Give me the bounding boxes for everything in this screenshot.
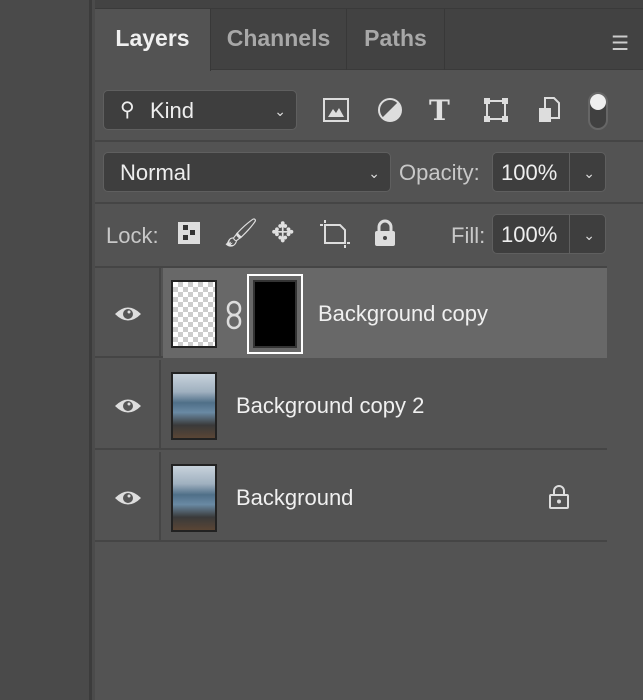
smart-object-filter-icon[interactable] — [537, 96, 561, 124]
opacity-label: Opacity: — [399, 160, 480, 185]
lock-position-icon[interactable]: ✥ — [271, 216, 294, 249]
layer-row[interactable]: Background copy — [95, 268, 607, 358]
visibility-toggle[interactable] — [95, 268, 161, 358]
layer-mask-thumbnail[interactable] — [247, 274, 303, 354]
fill-chevron-icon[interactable]: ⌄ — [583, 227, 595, 244]
opacity-chevron-icon[interactable]: ⌄ — [583, 165, 595, 182]
lock-all-icon[interactable] — [373, 219, 397, 247]
layer-name[interactable]: Background copy — [318, 301, 488, 327]
layer-thumbnail[interactable] — [171, 372, 217, 440]
eye-icon[interactable] — [114, 305, 142, 323]
chevron-down-icon: ⌄ — [274, 103, 286, 119]
layer-lock-icon[interactable] — [548, 484, 570, 510]
layer-name[interactable]: Background — [236, 485, 353, 511]
kind-label: Kind — [150, 98, 195, 123]
fill-field[interactable]: 100% ⌄ — [492, 214, 606, 254]
panel-tabs: Layers Channels Paths ☰ — [95, 9, 643, 71]
shape-filter-icon[interactable] — [483, 97, 509, 123]
search-icon: ⚲ — [120, 99, 135, 121]
fill-label: Fill: — [451, 223, 486, 248]
layer-thumbnail[interactable] — [171, 464, 217, 532]
lock-transparent-pixels-icon[interactable] — [177, 221, 201, 245]
chevron-down-icon: ⌄ — [368, 165, 380, 181]
divider — [95, 140, 643, 142]
panel-menu-icon[interactable]: ☰ — [611, 31, 629, 56]
filter-toggle[interactable] — [588, 92, 608, 130]
layer-thumbnail[interactable] — [171, 280, 217, 348]
layers-panel: Layers Channels Paths ☰ ⚲ Kind ⌄ T Norma… — [95, 0, 643, 700]
visibility-toggle[interactable] — [95, 452, 161, 542]
kind-filter-dropdown[interactable]: ⚲ Kind ⌄ — [103, 90, 297, 130]
left-dock — [0, 0, 92, 700]
tab-layers[interactable]: Layers — [95, 9, 211, 71]
opacity-value[interactable]: 100% — [501, 160, 557, 186]
tab-channels[interactable]: Channels — [211, 9, 347, 70]
divider — [95, 202, 643, 204]
blend-mode-value: Normal — [120, 160, 191, 185]
visibility-toggle[interactable] — [95, 360, 161, 450]
eye-icon[interactable] — [114, 489, 142, 507]
panel-top-strip — [95, 0, 643, 9]
tab-paths[interactable]: Paths — [347, 9, 445, 70]
type-filter-icon[interactable]: T — [429, 94, 450, 127]
link-icon[interactable] — [225, 300, 243, 330]
layer-row[interactable]: Background — [95, 452, 607, 542]
blend-mode-dropdown[interactable]: Normal ⌄ — [103, 152, 391, 192]
opacity-field[interactable]: 100% ⌄ — [492, 152, 606, 192]
fill-value[interactable]: 100% — [501, 222, 557, 248]
eye-icon[interactable] — [114, 397, 142, 415]
lock-label: Lock: — [106, 223, 159, 248]
adjustment-filter-icon[interactable] — [377, 97, 403, 123]
image-filter-icon[interactable] — [323, 98, 349, 122]
lock-artboard-icon[interactable] — [320, 220, 350, 248]
lock-image-pixels-icon[interactable]: 🖌︎ — [223, 216, 259, 249]
layer-name[interactable]: Background copy 2 — [236, 393, 424, 419]
layer-row[interactable]: Background copy 2 — [95, 360, 607, 450]
